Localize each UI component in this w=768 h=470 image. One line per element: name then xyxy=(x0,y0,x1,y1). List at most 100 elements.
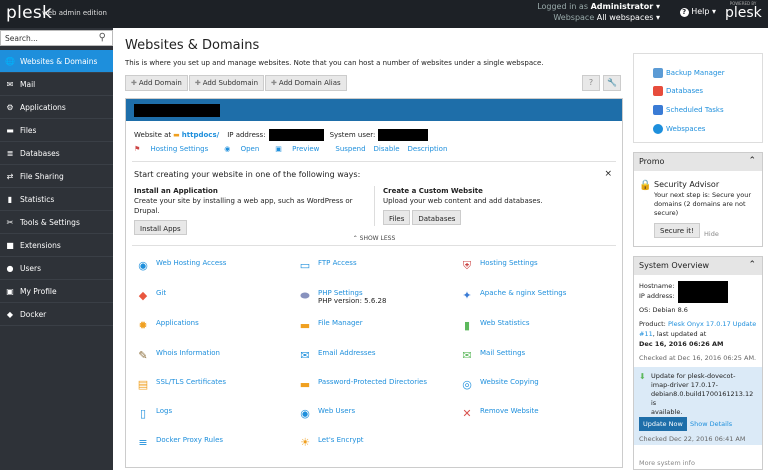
sidebar-item-applications[interactable]: ⚙ Applications xyxy=(0,96,113,119)
domain-info-row: Website at ▬ httpdocs/ IP address: Syste… xyxy=(134,129,432,141)
hosting-settings-icon: ⛨ xyxy=(462,259,472,272)
sidebar-item-databases[interactable]: ≣ Databases xyxy=(0,142,113,165)
tool-ftp-access[interactable]: ▭ FTP Access xyxy=(298,259,357,273)
product-link[interactable]: Plesk Onyx 17.0.17 Update xyxy=(668,320,756,328)
tool-whois[interactable]: ✎ Whois Information xyxy=(136,349,220,363)
email-icon: ✉ xyxy=(300,349,310,362)
disable-link[interactable]: Disable xyxy=(374,145,400,153)
update-now-button[interactable]: Update Now xyxy=(639,417,687,431)
divider xyxy=(132,245,616,246)
tool-password-protected[interactable]: ▬ Password-Protected Directories xyxy=(298,378,427,392)
sidebar-item-statistics[interactable]: ▮ Statistics xyxy=(0,188,113,211)
tool-apache-nginx[interactable]: ✦ Apache & nginx Settings xyxy=(460,289,566,303)
tool-ssl-tls[interactable]: ▤ SSL/TLS Certificates xyxy=(136,378,226,392)
files-button[interactable]: Files xyxy=(383,210,411,225)
tool-git[interactable]: ◆ Git xyxy=(136,289,166,303)
protected-dir-icon: ▬ xyxy=(299,378,311,391)
scheduled-tasks-link[interactable]: Scheduled Tasks xyxy=(653,105,724,115)
sidebar-item-docker[interactable]: ◆ Docker xyxy=(0,303,113,326)
logged-in-info: Logged in as Administrator ▾ xyxy=(537,2,660,11)
user-menu[interactable]: Administrator ▾ xyxy=(591,2,660,11)
show-details-link[interactable]: Show Details xyxy=(690,420,732,428)
tool-docker-proxy[interactable]: ≡ Docker Proxy Rules xyxy=(136,436,223,450)
statistics-icon: ▮ xyxy=(7,194,13,204)
webspace-dropdown[interactable]: All webspaces ▾ xyxy=(597,13,660,22)
hide-link[interactable]: Hide xyxy=(704,230,719,238)
promo-header[interactable]: Promo ⌃ xyxy=(634,153,762,171)
web-users-icon: ◉ xyxy=(300,407,310,420)
system-user-redacted xyxy=(378,129,429,141)
secure-it-button[interactable]: Secure it! xyxy=(654,223,700,238)
search-input[interactable]: Search... ⚲ xyxy=(0,30,113,46)
webspace-selector: Webspace All webspaces ▾ xyxy=(553,13,660,22)
tool-hosting-settings[interactable]: ⛨ Hosting Settings xyxy=(460,259,538,273)
domain-toolbar: ✚ Add Domain ✚ Add Subdomain ✚ Add Domain A… xyxy=(125,75,348,91)
domain-panel: Website at ▬ httpdocs/ IP address: Syste… xyxy=(125,98,623,468)
certificate-icon: ▤ xyxy=(137,378,149,391)
install-apps-button[interactable]: Install Apps xyxy=(134,220,187,235)
tool-mail-settings[interactable]: ✉ Mail Settings xyxy=(460,349,525,363)
apache-icon: ✦ xyxy=(462,289,472,302)
tool-logs[interactable]: ▯ Logs xyxy=(136,407,172,421)
plus-icon: ✚ xyxy=(271,79,277,87)
system-overview-header[interactable]: System Overview ⌃ xyxy=(634,257,762,275)
add-domain-alias-button[interactable]: ✚ Add Domain Alias xyxy=(265,75,347,91)
add-domain-button[interactable]: ✚ Add Domain xyxy=(125,75,188,91)
applications-gear-icon: ✹ xyxy=(138,319,148,332)
globe-icon xyxy=(653,124,663,134)
tool-website-copying[interactable]: ◎ Website Copying xyxy=(460,378,539,392)
php-icon: ⬬ xyxy=(300,289,310,302)
sidebar-item-files[interactable]: ▬ Files xyxy=(0,119,113,142)
tool-web-statistics[interactable]: ▮ Web Statistics xyxy=(460,319,530,333)
backup-manager-link[interactable]: Backup Manager xyxy=(653,68,725,78)
httpdocs-link[interactable]: httpdocs/ xyxy=(182,131,219,139)
tool-php-settings[interactable]: ⬬ PHP Settings PHP version: 5.6.28 xyxy=(298,289,386,305)
plus-icon: ✚ xyxy=(131,79,137,87)
add-subdomain-button[interactable]: ✚ Add Subdomain xyxy=(188,75,265,91)
domain-name-redacted[interactable] xyxy=(134,104,220,117)
wrench-icon[interactable]: 🔧 xyxy=(603,75,621,91)
tool-lets-encrypt[interactable]: ☀ Let's Encrypt xyxy=(298,436,363,450)
sidebar-item-my-profile[interactable]: ▣ My Profile xyxy=(0,280,113,303)
databases-button[interactable]: Databases xyxy=(412,210,462,225)
file-manager-icon: ▬ xyxy=(299,319,311,332)
show-less-toggle[interactable]: ⌃ SHOW LESS xyxy=(126,235,622,242)
search-icon[interactable]: ⚲ xyxy=(99,32,106,43)
webspaces-link[interactable]: Webspaces xyxy=(653,124,705,134)
tool-web-hosting-access[interactable]: ◉ Web Hosting Access xyxy=(136,259,226,273)
sidebar-item-mail[interactable]: ✉ Mail xyxy=(0,73,113,96)
tools-icon: ✂ xyxy=(6,217,14,227)
help-menu[interactable]: ? Help ▾ xyxy=(679,7,716,17)
web-hosting-access-icon: ◉ xyxy=(138,259,148,272)
hosting-icon: ⚑ xyxy=(134,145,141,153)
open-link[interactable]: ◉ Open xyxy=(224,145,267,153)
update-icon: ⬇ xyxy=(639,372,646,381)
tool-file-manager[interactable]: ▬ File Manager xyxy=(298,319,363,333)
sidebar-item-extensions[interactable]: ■ Extensions xyxy=(0,234,113,257)
databases-link[interactable]: Databases xyxy=(653,86,703,96)
users-icon: ● xyxy=(6,263,14,273)
remove-icon: ✕ xyxy=(462,407,472,420)
mail-icon: ✉ xyxy=(6,79,14,89)
open-icon: ◉ xyxy=(224,145,231,153)
help-icon[interactable]: ? xyxy=(582,75,600,91)
tool-applications[interactable]: ✹ Applications xyxy=(136,319,198,333)
tool-web-users[interactable]: ◉ Web Users xyxy=(298,407,355,421)
close-icon[interactable]: × xyxy=(604,169,612,179)
tool-remove-website[interactable]: ✕ Remove Website xyxy=(460,407,538,421)
description-link[interactable]: Description xyxy=(408,145,448,153)
suspend-link[interactable]: Suspend xyxy=(335,145,365,153)
more-system-info-link[interactable]: More system info xyxy=(639,459,695,467)
calendar-icon xyxy=(653,105,663,115)
sidebar-item-tools-settings[interactable]: ✂ Tools & Settings xyxy=(0,211,113,234)
hosting-settings-link[interactable]: ⚑ Hosting Settings xyxy=(134,145,216,153)
preview-link[interactable]: ▣ Preview xyxy=(275,145,327,153)
sidebar-item-users[interactable]: ● Users xyxy=(0,257,113,280)
tool-email-addresses[interactable]: ✉ Email Addresses xyxy=(298,349,375,363)
sidebar-item-websites-domains[interactable]: 🌐 Websites & Domains xyxy=(0,50,113,73)
extensions-icon: ■ xyxy=(6,240,14,250)
page-title: Websites & Domains xyxy=(125,38,260,53)
domain-actions: ⚑ Hosting Settings ◉ Open ▣ Preview Susp… xyxy=(134,145,455,153)
sidebar-item-file-sharing[interactable]: ⇄ File Sharing xyxy=(0,165,113,188)
logs-icon: ▯ xyxy=(139,407,147,420)
